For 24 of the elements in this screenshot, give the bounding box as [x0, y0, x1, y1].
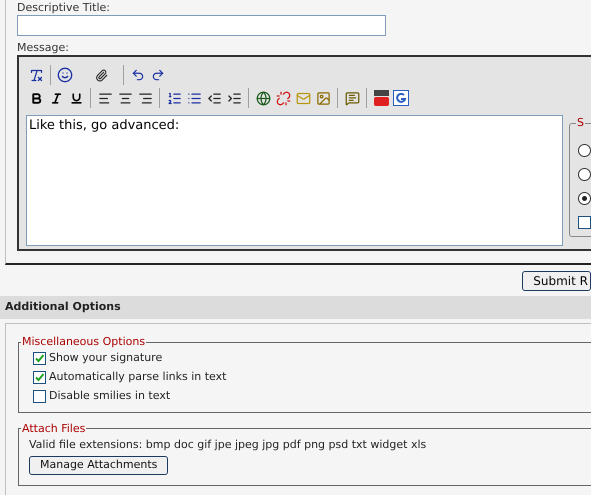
- group-legend: Miscellaneous Options: [21, 334, 146, 350]
- group-legend: S: [576, 115, 585, 132]
- group-legend: Attach Files: [21, 420, 86, 437]
- manage-attachments-button[interactable]: Manage Attachments: [29, 456, 168, 474]
- radio-button[interactable]: [578, 192, 591, 204]
- submit-button[interactable]: Submit R: [522, 271, 591, 291]
- field-label: Descriptive Title:: [17, 1, 112, 15]
- message-textarea[interactable]: Like this, go advanced:: [26, 115, 563, 246]
- option-label: Automatically parse links in text: [49, 369, 226, 386]
- radio-button[interactable]: [578, 144, 591, 156]
- section-header: Additional Options: [0, 296, 591, 319]
- video-logo-icon[interactable]: [371, 88, 391, 108]
- checkbox[interactable]: [33, 371, 46, 384]
- checkbox[interactable]: [578, 216, 591, 228]
- extensions-text: Valid file extensions: bmp doc gif jpe jpeg jpg pdf png psd txt widget xls: [29, 437, 428, 453]
- field-label: Message:: [17, 41, 70, 55]
- option-label: Show your signature: [49, 350, 162, 366]
- smiley-icon[interactable]: [55, 65, 75, 85]
- title-input[interactable]: [17, 15, 386, 36]
- checkbox[interactable]: [33, 352, 46, 365]
- g-logo-icon[interactable]: [391, 88, 411, 108]
- checkbox[interactable]: [33, 390, 46, 403]
- option-label: Disable smilies in text: [49, 388, 170, 404]
- radio-button[interactable]: [578, 168, 591, 180]
